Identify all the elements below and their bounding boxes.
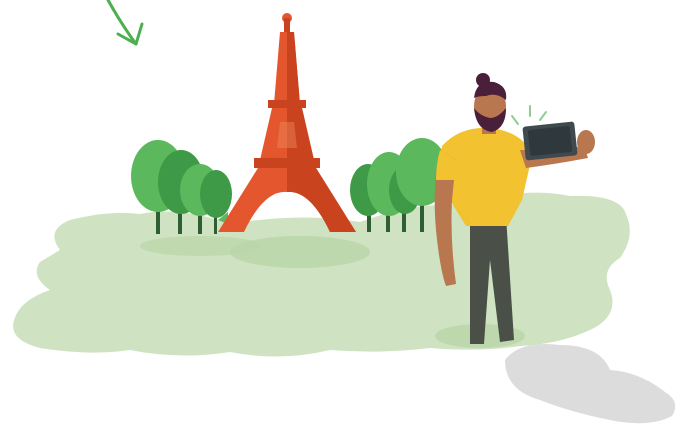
flash-sparks-icon: [511, 105, 547, 125]
phone-icon: [522, 121, 578, 161]
ground-shape: [13, 192, 630, 357]
eiffel-tower-icon: [218, 13, 356, 232]
arrow-icon: [106, 0, 144, 46]
tower-shadow: [230, 236, 370, 268]
puddle-shape: [505, 344, 676, 424]
selfie-illustration: [0, 0, 681, 432]
